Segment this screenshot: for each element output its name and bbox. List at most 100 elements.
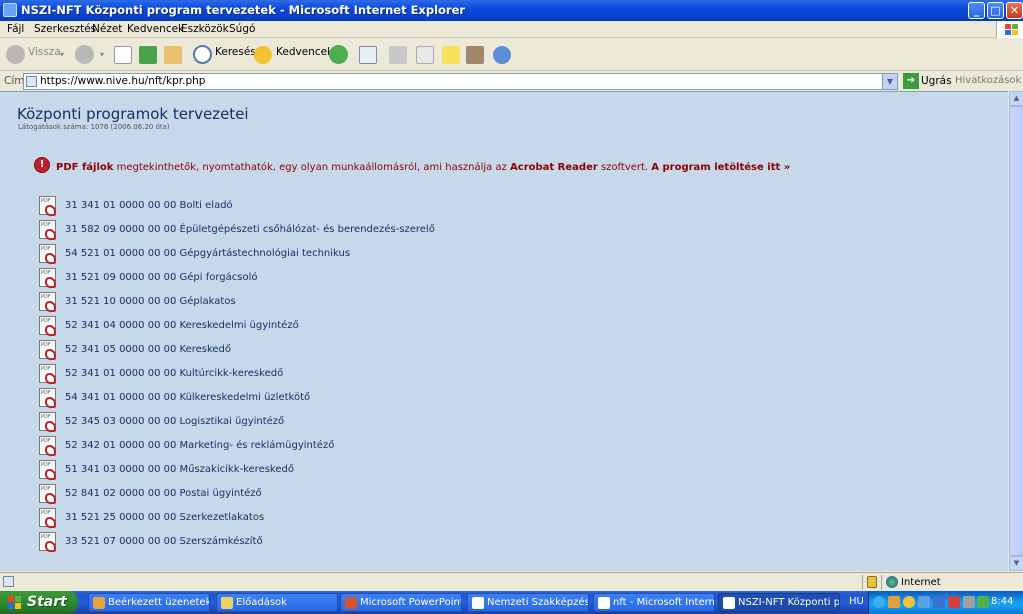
research-icon[interactable] xyxy=(466,46,484,64)
file-link[interactable]: 31 341 01 0000 00 00 Bolti eladó xyxy=(65,200,233,211)
file-link[interactable]: 52 341 04 0000 00 00 Kereskedelmi ügyint… xyxy=(65,320,299,331)
start-label: Start xyxy=(27,594,67,610)
back-dropdown-icon[interactable]: ▾ xyxy=(60,50,64,59)
search-icon[interactable] xyxy=(193,45,212,64)
pdf-icon[interactable] xyxy=(39,364,56,384)
history-icon[interactable] xyxy=(329,45,348,64)
minimize-button[interactable]: _ xyxy=(968,2,985,19)
home-icon[interactable] xyxy=(164,46,182,64)
page-status-icon xyxy=(3,576,14,587)
scrollbar-thumb[interactable] xyxy=(1009,106,1023,556)
taskbar-button[interactable]: Nemzeti Szakképzési ... xyxy=(467,593,589,612)
messenger-icon[interactable] xyxy=(493,46,511,64)
menu-favorites[interactable]: Kedvencek xyxy=(127,23,184,35)
taskbar-button[interactable]: Előadások xyxy=(216,593,338,612)
forward-arrow-icon[interactable] xyxy=(75,45,94,64)
pdf-icon[interactable] xyxy=(39,196,56,216)
file-link[interactable]: 51 341 03 0000 00 00 Műszakicikk-kereske… xyxy=(65,464,294,475)
stop-icon[interactable] xyxy=(114,46,132,64)
start-button[interactable]: Start xyxy=(0,591,78,614)
scroll-up-icon[interactable]: ▲ xyxy=(1009,91,1023,106)
connection-tray-icon[interactable] xyxy=(918,596,930,608)
favorites-button[interactable]: Kedvencek xyxy=(276,46,333,58)
pdf-icon[interactable] xyxy=(39,388,56,408)
pdf-icon[interactable] xyxy=(39,220,56,240)
pdf-icon[interactable] xyxy=(39,268,56,288)
edit-icon[interactable] xyxy=(416,46,434,64)
download-link[interactable]: A program letöltése itt » xyxy=(651,162,790,173)
pdf-icon[interactable] xyxy=(39,532,56,552)
page-viewport: Központi programok tervezetei Látogatáso… xyxy=(0,91,1008,571)
notice-text: megtekinthetők, nyomtathatók, egy olyan … xyxy=(113,162,511,173)
network-tray-icon[interactable] xyxy=(888,596,900,608)
title-bar[interactable]: NSZI-NFT Központi program tervezetek - M… xyxy=(0,0,1023,21)
security-tray-icon[interactable] xyxy=(948,596,960,608)
menu-tools[interactable]: Eszközök xyxy=(181,23,229,35)
refresh-icon[interactable] xyxy=(139,46,157,64)
menu-edit[interactable]: Szerkesztés xyxy=(34,23,96,35)
links-toolbar[interactable]: Hivatkozások xyxy=(955,75,1021,86)
pdf-icon[interactable] xyxy=(39,412,56,432)
pdf-icon[interactable] xyxy=(39,508,56,528)
window-title: NSZI-NFT Központi program tervezetek - M… xyxy=(21,3,466,17)
file-link[interactable]: 33 521 07 0000 00 00 Szerszámkészítő xyxy=(65,536,263,547)
pdf-icon[interactable] xyxy=(39,436,56,456)
go-button[interactable]: Ugrás xyxy=(921,75,952,87)
file-link[interactable]: 52 341 05 0000 00 00 Kereskedő xyxy=(65,344,231,355)
language-indicator[interactable]: HU xyxy=(849,596,864,607)
pdf-icon[interactable] xyxy=(39,244,56,264)
clock[interactable]: 8:44 xyxy=(991,596,1013,607)
mail-icon[interactable] xyxy=(359,46,377,64)
maximize-button[interactable]: □ xyxy=(987,2,1004,19)
pdf-icon[interactable] xyxy=(39,460,56,480)
print-icon[interactable] xyxy=(389,46,407,64)
file-link[interactable]: 31 521 09 0000 00 00 Gépi forgácsoló xyxy=(65,272,258,283)
taskbar-button[interactable]: Microsoft PowerPoint... xyxy=(340,593,462,612)
taskbar: Start Beérkezett üzenetek... Előadások Mic… xyxy=(0,591,1023,614)
pdf-icon[interactable] xyxy=(39,316,56,336)
volume-tray-icon[interactable] xyxy=(963,596,975,608)
file-link[interactable]: 52 342 01 0000 00 00 Marketing- és reklá… xyxy=(65,440,334,451)
help-tray-icon[interactable] xyxy=(873,596,885,608)
vertical-scrollbar[interactable]: ▲ ▼ xyxy=(1008,91,1023,571)
update-tray-icon[interactable] xyxy=(977,596,989,608)
go-arrow-icon[interactable]: ➔ xyxy=(903,73,919,89)
back-button[interactable]: Vissza xyxy=(28,46,61,58)
menu-file[interactable]: Fájl xyxy=(7,23,24,35)
file-link[interactable]: 52 341 01 0000 00 00 Kultúrcikk-keresked… xyxy=(65,368,283,379)
antivirus-tray-icon[interactable] xyxy=(903,596,915,608)
page-title: Központi programok tervezetei xyxy=(17,105,249,123)
pdf-icon[interactable] xyxy=(39,292,56,312)
close-button[interactable]: ✕ xyxy=(1006,2,1023,19)
address-dropdown-icon[interactable]: ▼ xyxy=(882,74,897,89)
file-link[interactable]: 54 341 01 0000 00 00 Külkereskedelmi üzl… xyxy=(65,392,310,403)
taskbar-button[interactable]: NSZI-NFT Központi p... xyxy=(718,593,840,612)
address-url[interactable]: https://www.nive.hu/nft/kpr.php xyxy=(40,75,205,87)
file-link[interactable]: 31 582 09 0000 00 00 Épületgépészeti cső… xyxy=(65,224,435,235)
scroll-down-icon[interactable]: ▼ xyxy=(1009,556,1023,571)
pdf-icon[interactable] xyxy=(39,340,56,360)
search-button[interactable]: Keresés xyxy=(215,46,256,58)
forward-dropdown-icon[interactable]: ▾ xyxy=(100,50,104,59)
back-arrow-icon[interactable] xyxy=(6,45,25,64)
file-link[interactable]: 31 521 10 0000 00 00 Géplakatos xyxy=(65,296,236,307)
file-link[interactable]: 52 841 02 0000 00 00 Postai ügyintéző xyxy=(65,488,262,499)
status-bar: Internet xyxy=(0,572,1023,591)
taskbar-button[interactable]: nft - Microsoft Intern... xyxy=(593,593,715,612)
taskbar-button-label: Microsoft PowerPoint... xyxy=(360,597,462,608)
taskbar-button[interactable]: Beérkezett üzenetek... xyxy=(88,593,210,612)
favorites-star-icon[interactable] xyxy=(254,46,272,64)
menu-view[interactable]: Nézet xyxy=(92,23,122,35)
address-input[interactable]: https://www.nive.hu/nft/kpr.php ▼ xyxy=(23,73,898,90)
display-tray-icon[interactable] xyxy=(933,596,945,608)
file-link[interactable]: 31 521 25 0000 00 00 Szerkezetlakatos xyxy=(65,512,264,523)
pdf-icon[interactable] xyxy=(39,484,56,504)
discuss-icon[interactable] xyxy=(442,46,460,64)
lock-icon[interactable] xyxy=(867,576,877,588)
menu-help[interactable]: Súgó xyxy=(229,23,255,35)
task-app-icon xyxy=(345,597,357,609)
menu-bar: Fájl Szerkesztés Nézet Kedvencek Eszközö… xyxy=(0,21,1023,38)
file-link[interactable]: 52 345 03 0000 00 00 Logisztikai ügyinté… xyxy=(65,416,284,427)
security-zone-label: Internet xyxy=(901,577,941,588)
file-link[interactable]: 54 521 01 0000 00 00 Gépgyártástechnológ… xyxy=(65,248,350,259)
